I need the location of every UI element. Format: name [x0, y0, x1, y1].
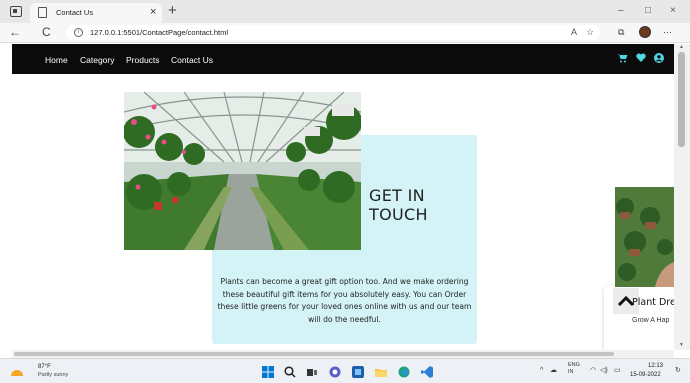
language-code: ENG	[568, 362, 580, 368]
vscode-icon[interactable]	[421, 365, 433, 378]
tray-overflow-icon[interactable]: ^	[540, 366, 543, 375]
url-field[interactable]: i 127.0.0.1:5501/ContactPage/contact.htm…	[66, 25, 600, 40]
back-button[interactable]: ←	[9, 25, 21, 40]
tab-actions-icon[interactable]	[10, 6, 22, 17]
product-name: Plant Dre	[632, 297, 674, 308]
clock-time[interactable]: 12:13	[648, 363, 663, 369]
favorite-star-icon[interactable]: ☆	[586, 26, 594, 39]
new-tab-button[interactable]: +	[168, 2, 177, 20]
heading-line-2: TOUCH	[369, 205, 428, 224]
product-image[interactable]	[615, 187, 674, 287]
heart-icon[interactable]	[636, 53, 646, 66]
scroll-up-arrow-icon[interactable]: ▲	[679, 44, 684, 50]
vertical-scrollbar[interactable]: ▲ ▼	[674, 44, 690, 350]
vertical-scroll-thumb[interactable]	[678, 52, 685, 147]
more-menu-icon[interactable]: ···	[663, 26, 672, 39]
battery-icon[interactable]: ▭	[614, 366, 621, 375]
collections-icon[interactable]: ⧉	[618, 26, 624, 39]
notifications-icon[interactable]: ↻	[675, 366, 681, 375]
language-indicator[interactable]: ENG IN	[568, 362, 580, 376]
url-text: 127.0.0.1:5501/ContactPage/contact.html	[90, 28, 229, 37]
windows-taskbar: 87°F Partly sunny ^ ☁ ENG IN ◠ ◁) ▭ 12:1…	[0, 358, 690, 383]
weather-sun-icon[interactable]	[8, 365, 28, 382]
cart-icon[interactable]	[617, 53, 628, 67]
tab-title: Contact Us	[56, 8, 94, 17]
address-bar-row: ← C i 127.0.0.1:5501/ContactPage/contact…	[0, 23, 690, 43]
user-icon[interactable]	[654, 53, 664, 67]
heading-line-1: GET IN	[369, 186, 425, 205]
product-subtitle: Grow A Hap	[632, 317, 670, 324]
widgets-icon[interactable]	[352, 365, 364, 378]
nav-products[interactable]: Products	[126, 55, 160, 65]
read-aloud-icon[interactable]: A	[571, 26, 577, 39]
browser-tab[interactable]: Contact Us ×	[30, 3, 162, 23]
nav-contact-us[interactable]: Contact Us	[171, 55, 213, 65]
nav-home[interactable]: Home	[45, 55, 68, 65]
volume-icon[interactable]: ◁)	[600, 366, 608, 375]
wifi-icon[interactable]: ◠	[590, 366, 596, 375]
greenhouse-image	[124, 92, 361, 250]
page-icon	[38, 7, 47, 18]
contact-page-content: GET IN TOUCH Plants can become a great g…	[12, 74, 674, 350]
file-explorer-icon[interactable]	[375, 365, 387, 377]
scroll-down-arrow-icon[interactable]: ▼	[679, 342, 684, 348]
restore-button[interactable]: □	[645, 4, 651, 18]
nav-category[interactable]: Category	[80, 55, 115, 65]
edge-browser-icon[interactable]	[398, 365, 410, 378]
contact-heading: GET IN TOUCH	[369, 186, 459, 224]
browser-tab-strip: Contact Us × + – □ ×	[0, 0, 690, 23]
weather-condition: Partly sunny	[38, 372, 69, 378]
site-info-icon[interactable]: i	[74, 28, 83, 37]
tab-close-button[interactable]: ×	[150, 6, 156, 18]
weather-temperature: 87°F	[38, 364, 51, 370]
start-menu-icon[interactable]	[262, 365, 274, 378]
contact-description: Plants can become a great gift option to…	[217, 277, 472, 324]
close-window-button[interactable]: ×	[670, 4, 676, 18]
clock-date[interactable]: 15-09-2022	[630, 372, 661, 378]
onedrive-icon[interactable]: ☁	[550, 366, 557, 375]
chat-icon[interactable]	[329, 365, 341, 378]
refresh-button[interactable]: C	[42, 25, 51, 40]
region-code: IN	[568, 369, 574, 375]
search-icon[interactable]	[284, 365, 296, 378]
minimize-button[interactable]: –	[618, 4, 624, 18]
site-navbar: Home Category Products Contact Us	[12, 44, 674, 74]
horizontal-scroll-thumb[interactable]	[14, 352, 614, 356]
task-view-icon[interactable]	[306, 365, 318, 377]
profile-avatar[interactable]	[639, 26, 651, 38]
horizontal-scrollbar[interactable]	[12, 350, 674, 358]
